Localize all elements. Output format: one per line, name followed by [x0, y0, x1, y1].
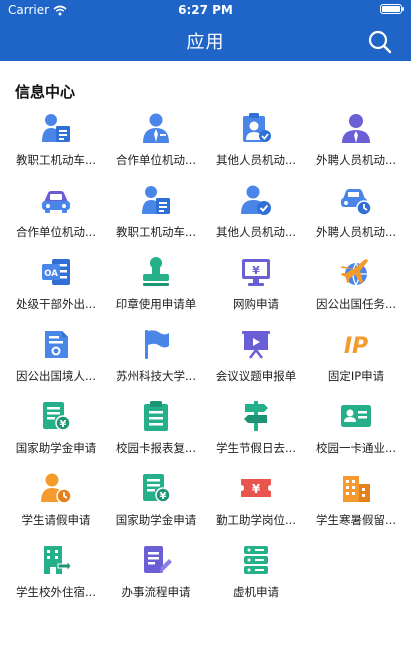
- external-person-icon: [342, 114, 370, 143]
- app-label: 国家助学金申请: [115, 513, 197, 527]
- app-item[interactable]: 教职工机动车...: [106, 181, 206, 253]
- app-label: 外聘人员机动...: [316, 225, 396, 239]
- app-item[interactable]: 校园一卡通业...: [306, 397, 406, 469]
- document-yen-icon: ¥: [143, 474, 171, 503]
- app-label: 学生寒暑假留...: [316, 513, 396, 527]
- app-grid: 教职工机动车... 合作单位机动... 其他人员机动... 外聘人员机动... …: [6, 109, 406, 613]
- app-item[interactable]: 外聘人员机动...: [306, 109, 406, 181]
- svg-text:¥: ¥: [252, 482, 261, 496]
- app-item[interactable]: 因公出国境人...: [6, 325, 106, 397]
- app-label: 虚机申请: [233, 585, 279, 599]
- app-item[interactable]: ¥ 网购申请: [206, 253, 306, 325]
- search-button[interactable]: [367, 29, 393, 55]
- app-label: 办事流程申请: [121, 585, 191, 599]
- app-label: 其他人员机动...: [216, 153, 296, 167]
- app-item[interactable]: OA 处级干部外出...: [6, 253, 106, 325]
- app-label: 网购申请: [233, 297, 279, 311]
- car-clock-icon: [341, 189, 372, 216]
- app-item[interactable]: ¥ 国家助学金申请: [6, 397, 106, 469]
- oa-icon: OA: [42, 259, 70, 285]
- signpost-icon: [244, 401, 268, 431]
- app-item[interactable]: 虚机申请: [206, 541, 306, 613]
- plane-globe-icon: [341, 259, 368, 286]
- app-item[interactable]: 因公出国任务...: [306, 253, 406, 325]
- staff-card-icon: [142, 186, 170, 214]
- svg-text:OA: OA: [44, 269, 58, 279]
- app-label: 学生请假申请: [21, 513, 91, 527]
- svg-text:¥: ¥: [160, 491, 167, 502]
- status-time: 6:27 PM: [178, 3, 233, 17]
- app-header: Carrier 6:27 PM 应用: [0, 0, 411, 61]
- clipboard-list-icon: [144, 401, 168, 431]
- app-label: 国家助学金申请: [15, 441, 97, 455]
- app-label: 合作单位机动...: [16, 225, 96, 239]
- app-item[interactable]: IP 固定IP申请: [306, 325, 406, 397]
- app-item[interactable]: 其他人员机动...: [206, 109, 306, 181]
- app-item[interactable]: ¥ 勤工助学岗位...: [206, 469, 306, 541]
- app-label: 处级干部外出...: [16, 297, 96, 311]
- person-check-icon: [241, 185, 271, 215]
- status-bar: Carrier 6:27 PM: [0, 0, 411, 20]
- battery-icon: [380, 4, 404, 14]
- app-label: 学生节假日去...: [216, 441, 296, 455]
- app-item[interactable]: ¥ 国家助学金申请: [106, 469, 206, 541]
- app-item[interactable]: 合作单位机动...: [6, 181, 106, 253]
- app-item[interactable]: 会议议题申报单: [206, 325, 306, 397]
- server-icon: [244, 546, 268, 574]
- staff-card-icon: [42, 114, 70, 142]
- clipboard-person-icon: [243, 113, 271, 142]
- svg-text:¥: ¥: [252, 264, 260, 277]
- svg-text:¥: ¥: [60, 419, 67, 430]
- app-item[interactable]: 教职工机动车...: [6, 109, 106, 181]
- app-item[interactable]: 办事流程申请: [106, 541, 206, 613]
- app-item[interactable]: 校园卡报表复...: [106, 397, 206, 469]
- app-label: 外聘人员机动...: [316, 153, 396, 167]
- ip-icon: IP: [344, 334, 368, 359]
- car-icon: [42, 191, 70, 213]
- app-label: 勤工助学岗位...: [216, 513, 296, 527]
- app-item[interactable]: 学生节假日去...: [206, 397, 306, 469]
- app-label: 其他人员机动...: [216, 225, 296, 239]
- app-label: 印章使用申请单: [115, 297, 197, 311]
- building-icon: [343, 476, 370, 502]
- app-label: 因公出国任务...: [316, 297, 396, 311]
- monitor-yen-icon: ¥: [242, 259, 270, 286]
- app-label: 教职工机动车...: [116, 225, 196, 239]
- app-label: 校园一卡通业...: [316, 441, 396, 455]
- app-label: 会议议题申报单: [215, 369, 297, 383]
- app-label: 因公出国境人...: [16, 369, 96, 383]
- id-card-icon: [341, 405, 371, 427]
- app-item[interactable]: 学生校外住宿...: [6, 541, 106, 613]
- app-label: 合作单位机动...: [116, 153, 196, 167]
- presentation-icon: [242, 331, 270, 359]
- app-item[interactable]: 外聘人员机动...: [306, 181, 406, 253]
- app-label: 校园卡报表复...: [116, 441, 196, 455]
- svg-text:IP: IP: [344, 334, 368, 359]
- certificate-icon: [45, 331, 68, 358]
- app-item[interactable]: 印章使用申请单: [106, 253, 206, 325]
- building-arrow-icon: [44, 546, 72, 574]
- app-item[interactable]: 合作单位机动...: [106, 109, 206, 181]
- person-clock-icon: [41, 473, 72, 504]
- document-yen-icon: ¥: [43, 402, 71, 431]
- app-label: 固定IP申请: [327, 369, 385, 383]
- app-item[interactable]: 苏州科技大学...: [106, 325, 206, 397]
- section-title: 信息中心: [15, 83, 76, 101]
- app-label: 苏州科技大学...: [116, 369, 196, 383]
- app-label: 教职工机动车...: [16, 153, 96, 167]
- flag-icon: [145, 330, 169, 359]
- app-item[interactable]: 学生请假申请: [6, 469, 106, 541]
- partner-person-icon: [143, 113, 169, 143]
- app-item[interactable]: 学生寒暑假留...: [306, 469, 406, 541]
- app-label: 学生校外住宿...: [16, 585, 96, 599]
- ticket-yen-icon: ¥: [241, 479, 271, 497]
- app-item[interactable]: 其他人员机动...: [206, 181, 306, 253]
- page-title: 应用: [186, 32, 225, 53]
- search-icon: [368, 30, 392, 54]
- stamp-icon: [143, 257, 169, 286]
- document-pen-icon: [144, 546, 172, 573]
